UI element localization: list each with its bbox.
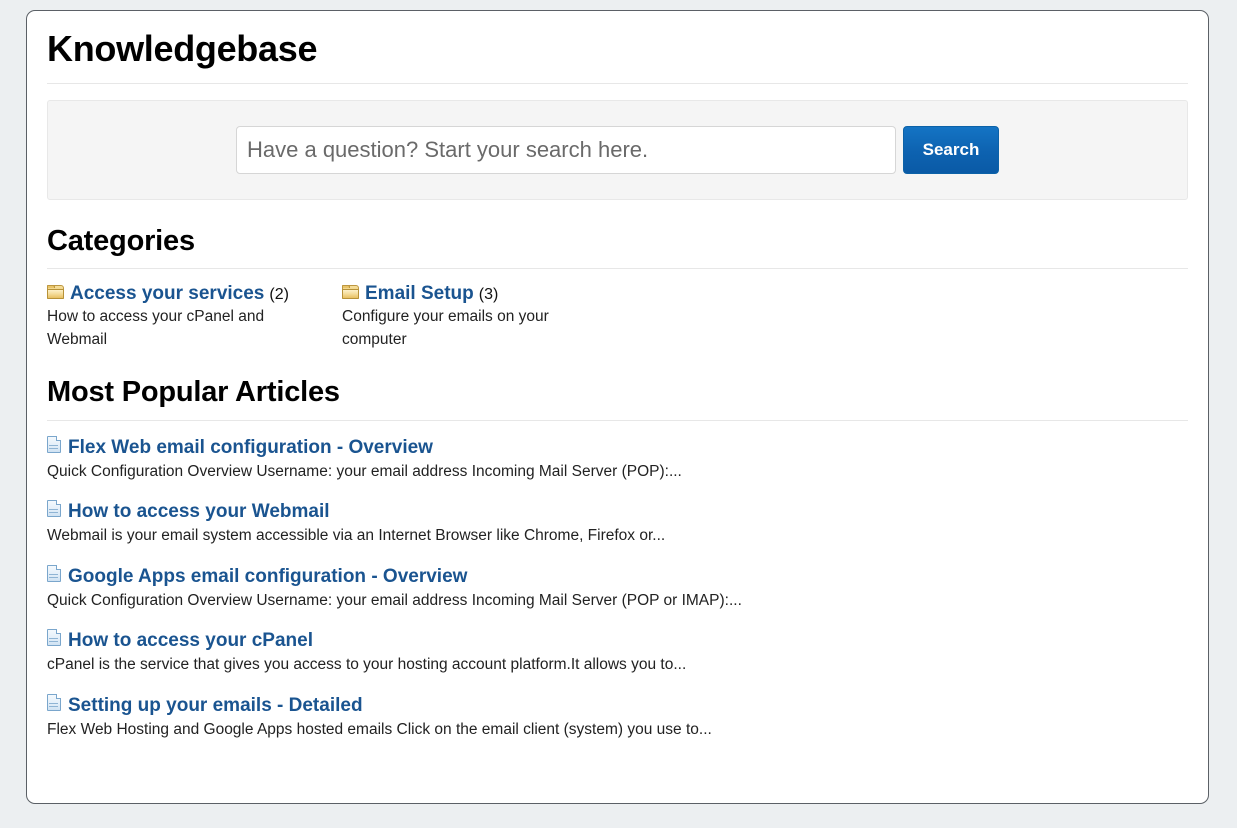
- article-link[interactable]: Google Apps email configuration - Overvi…: [68, 566, 467, 588]
- title-divider: [47, 82, 1188, 84]
- article-header: Setting up your emails - Detailed: [47, 693, 1188, 717]
- knowledgebase-panel: Knowledgebase Search Categories Access y…: [26, 10, 1209, 804]
- article-excerpt: Flex Web Hosting and Google Apps hosted …: [47, 720, 712, 738]
- category-count: (3): [478, 286, 499, 304]
- article-excerpt: cPanel is the service that gives you acc…: [47, 656, 687, 674]
- article-item: Flex Web email configuration - Overview …: [47, 435, 1188, 483]
- article-item: How to access your Webmail Webmail is yo…: [47, 500, 1188, 547]
- categories-divider: [47, 268, 1188, 270]
- category-header: Access your services (2): [47, 283, 340, 305]
- article-link[interactable]: How to access your cPanel: [68, 630, 313, 652]
- document-icon: [47, 435, 61, 453]
- categories-list: Access your services (2) How to access y…: [47, 283, 1188, 350]
- article-item: How to access your cPanel cPanel is the …: [47, 629, 1188, 676]
- categories-heading: Categories: [47, 224, 195, 257]
- article-excerpt: Quick Configuration Overview Username: y…: [47, 462, 682, 480]
- document-icon: [47, 564, 61, 582]
- category-header: Email Setup (3): [342, 283, 635, 305]
- folder-icon: [47, 285, 64, 300]
- articles-divider: [47, 419, 1188, 421]
- article-excerpt: Webmail is your email system accessible …: [47, 527, 666, 545]
- document-icon: [47, 693, 61, 711]
- category-description: How to access your cPanel and Webmail: [47, 308, 265, 348]
- page-title: Knowledgebase: [47, 28, 318, 69]
- category-link[interactable]: Email Setup: [365, 283, 474, 305]
- article-header: Flex Web email configuration - Overview: [47, 435, 1188, 459]
- search-form: Search: [236, 125, 999, 174]
- article-item: Google Apps email configuration - Overvi…: [47, 564, 1188, 612]
- category-item: Email Setup (3) Configure your emails on…: [342, 283, 635, 350]
- article-header: How to access your Webmail: [47, 500, 1188, 523]
- category-count: (2): [269, 286, 289, 304]
- category-description: Configure your emails on your computer: [342, 308, 549, 348]
- article-item: Setting up your emails - Detailed Flex W…: [47, 693, 1188, 741]
- article-link[interactable]: Setting up your emails - Detailed: [68, 695, 363, 717]
- article-link[interactable]: How to access your Webmail: [68, 501, 330, 523]
- category-link[interactable]: Access your services: [70, 283, 264, 305]
- article-header: How to access your cPanel: [47, 629, 1188, 652]
- document-icon: [47, 500, 61, 518]
- article-link[interactable]: Flex Web email configuration - Overview: [68, 437, 433, 459]
- search-button[interactable]: Search: [903, 125, 999, 174]
- document-icon: [47, 629, 61, 647]
- folder-icon: [342, 285, 359, 300]
- category-item: Access your services (2) How to access y…: [47, 283, 340, 350]
- articles-heading: Most Popular Articles: [47, 375, 340, 408]
- articles-list: Flex Web email configuration - Overview …: [47, 435, 1188, 741]
- search-input[interactable]: [236, 125, 896, 174]
- search-panel: Search: [47, 99, 1188, 200]
- article-header: Google Apps email configuration - Overvi…: [47, 564, 1188, 588]
- article-excerpt: Quick Configuration Overview Username: y…: [47, 591, 742, 609]
